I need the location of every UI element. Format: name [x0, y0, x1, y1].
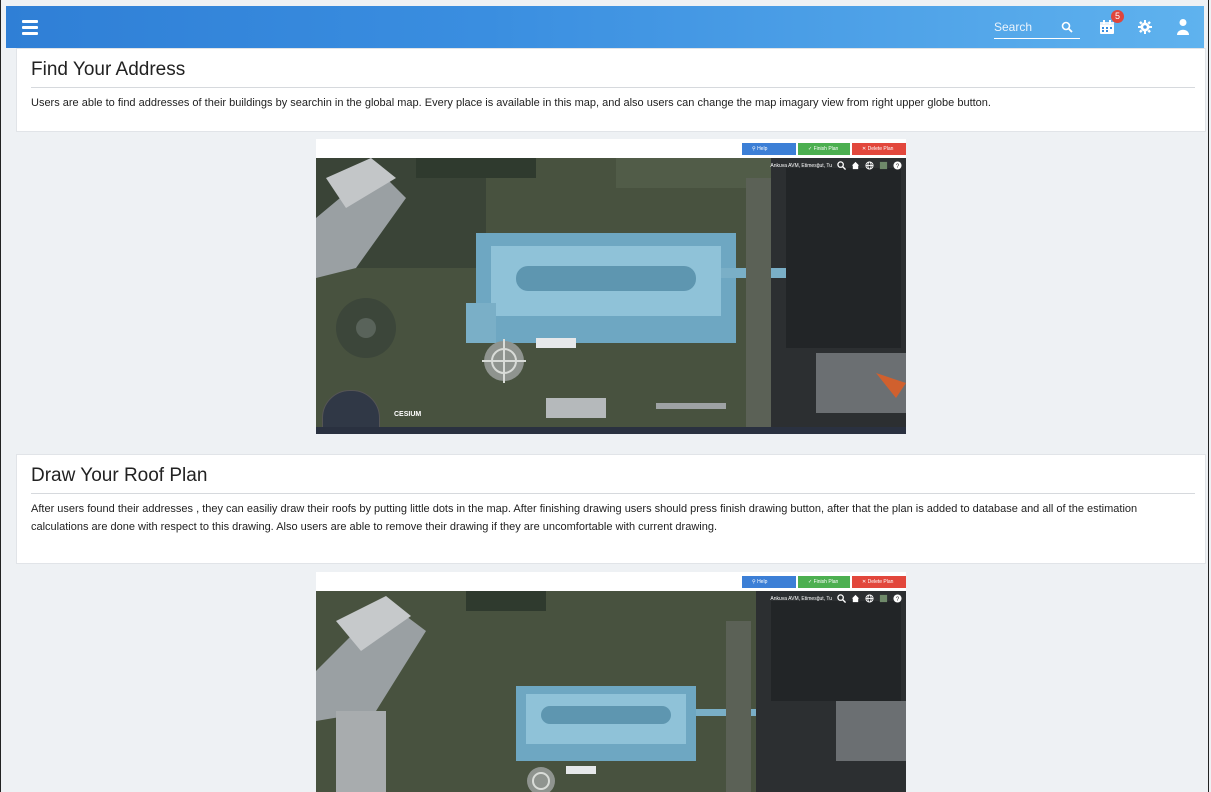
hamburger-menu-button[interactable]: [22, 14, 48, 40]
imagery-layer-icon: [879, 594, 888, 603]
finish-plan-button: ✓ Finish Plan: [798, 143, 850, 155]
user-icon: [1177, 19, 1189, 35]
section-description: After users found their addresses , they…: [31, 503, 1138, 533]
map-toolbar: ⚲ Help ✓ Finish Plan ✕ Delete Plan: [742, 143, 906, 155]
calendar-button[interactable]: 5: [1096, 10, 1124, 38]
location-text: Ankuva AVM, Etimesğut, Tu: [770, 595, 832, 602]
search-icon[interactable]: [1056, 16, 1078, 38]
map-toolbar: ⚲ Help ✓ Finish Plan ✕ Delete Plan: [742, 576, 906, 588]
search-icon: [837, 594, 846, 603]
search-icon: [837, 161, 846, 170]
section-title: Draw Your Roof Plan: [31, 465, 208, 486]
satellite-map: Ankuva AVM, Etimesğut, Tu ? CESIUM: [316, 158, 906, 434]
help-icon: ?: [893, 161, 902, 170]
search-input[interactable]: [994, 19, 1056, 34]
settings-button[interactable]: [1134, 16, 1156, 38]
notification-badge: 5: [1111, 10, 1124, 23]
map-screenshot-image: ⚲ Help ✓ Finish Plan ✕ Delete Plan Ankuv…: [316, 139, 906, 434]
help-button: ⚲ Help: [742, 576, 796, 588]
imagery-layer-icon: [879, 161, 888, 170]
map-screenshot-image: ⚲ Help ✓ Finish Plan ✕ Delete Plan Ankuv…: [316, 572, 906, 792]
map-controls: Ankuva AVM, Etimesğut, Tu ?: [770, 161, 902, 170]
timeline-bar: [316, 427, 906, 434]
help-icon: ?: [893, 594, 902, 603]
satellite-imagery-icon: [316, 591, 906, 792]
search-box: [994, 16, 1080, 39]
section-card-draw-roof-plan: Draw Your Roof Plan After users found th…: [16, 454, 1206, 564]
globe-icon: [865, 594, 874, 603]
top-navbar: 5: [6, 6, 1204, 48]
map-controls: Ankuva AVM, Etimesğut, Tu ?: [770, 594, 902, 603]
svg-text:?: ?: [896, 596, 900, 603]
menu-line-icon: [22, 31, 38, 35]
globe-icon: [865, 161, 874, 170]
satellite-map: Ankuva AVM, Etimesğut, Tu ?: [316, 591, 906, 792]
menu-line-icon: [22, 25, 38, 29]
home-icon: [851, 594, 860, 603]
cesium-logo: CESIUM: [394, 411, 422, 418]
location-text: Ankuva AVM, Etimesğut, Tu: [770, 162, 832, 169]
svg-text:?: ?: [896, 163, 900, 170]
home-icon: [851, 161, 860, 170]
navbar-actions: 5: [994, 10, 1194, 39]
satellite-imagery-icon: [316, 158, 906, 434]
delete-plan-button: ✕ Delete Plan: [852, 143, 906, 155]
section-description: Users are able to find addresses of thei…: [31, 97, 991, 109]
menu-line-icon: [22, 19, 38, 23]
section-title: Find Your Address: [31, 59, 186, 80]
profile-button[interactable]: [1172, 16, 1194, 38]
finish-plan-button: ✓ Finish Plan: [798, 576, 850, 588]
delete-plan-button: ✕ Delete Plan: [852, 576, 906, 588]
gear-icon: [1138, 20, 1152, 34]
help-button: ⚲ Help: [742, 143, 796, 155]
section-card-find-address: Find Your Address Users are able to find…: [16, 48, 1206, 132]
